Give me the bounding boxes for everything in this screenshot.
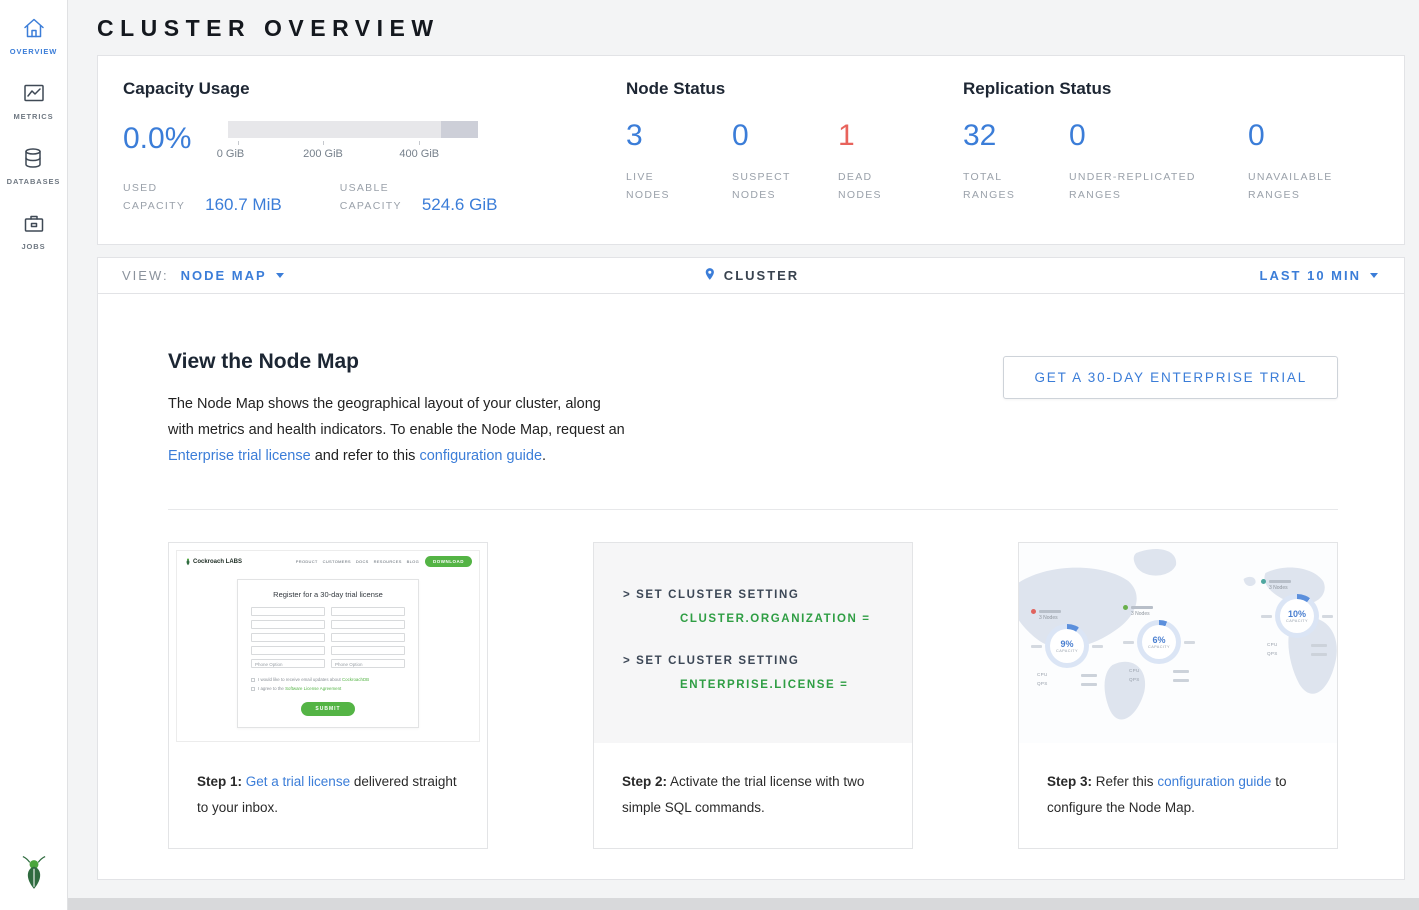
sidebar-item-label: JOBS <box>21 242 45 251</box>
node-map-panel: View the Node Map The Node Map shows the… <box>97 294 1405 880</box>
node-map-preview: 3 Nodes 9%CAPACITY CPU QPS <box>1019 543 1337 743</box>
sidebar-item-label: METRICS <box>13 112 53 121</box>
region-dot <box>1123 605 1128 610</box>
node-map-title: View the Node Map <box>168 350 628 374</box>
main-content: CLUSTER OVERVIEW Capacity Usage 0.0% 0 G… <box>68 0 1419 910</box>
capacity-bar <box>228 121 478 138</box>
mini-download-button: DOWNLOAD <box>425 556 472 567</box>
under-replicated-ranges-stat: 0 UNDER-REPLICATEDRANGES <box>1069 121 1232 205</box>
get-trial-license-link[interactable]: Get a trial license <box>246 774 350 789</box>
sidebar-item-databases[interactable]: DATABASES <box>7 146 61 186</box>
step-1-caption: Step 1: Get a trial license delivered st… <box>169 743 487 822</box>
dead-nodes-stat: 1 DEADNODES <box>838 121 928 205</box>
capacity-bar-chart: 0 GiB 200 GiB 400 GiB <box>228 121 478 165</box>
mini-registration-form: Register for a 30-day trial license Phon… <box>237 579 419 728</box>
node-status-title: Node Status <box>626 79 963 99</box>
replication-status-title: Replication Status <box>963 79 1394 99</box>
jobs-icon <box>22 211 46 235</box>
step-2-card: > SET CLUSTER SETTING CLUSTER.ORGANIZATI… <box>593 542 913 849</box>
unavailable-ranges-stat: 0 UNAVAILABLERANGES <box>1248 121 1378 205</box>
mini-nav: PRODUCT CUSTOMERS DOCS RESOURCES BLOG <box>296 559 419 564</box>
view-bar: VIEW: NODE MAP CLUSTER LAST 10 MIN <box>97 257 1405 294</box>
enterprise-trial-license-link[interactable]: Enterprise trial license <box>168 448 311 464</box>
node-map-description: The Node Map shows the geographical layo… <box>168 391 628 469</box>
capacity-bar-segment <box>441 121 479 138</box>
map-region-2: 3 Nodes 6%CAPACITY CPU QPS <box>1123 605 1195 684</box>
sql-code-snippet: > SET CLUSTER SETTING CLUSTER.ORGANIZATI… <box>594 543 912 743</box>
axis-tick: 0 GiB <box>217 148 245 160</box>
step-1-card: Cockroach LABS PRODUCT CUSTOMERS DOCS RE… <box>168 542 488 849</box>
configuration-guide-link[interactable]: configuration guide <box>419 448 542 464</box>
region-dot <box>1031 609 1036 614</box>
mini-submit-button: SUBMIT <box>301 702 354 716</box>
capacity-usage-section: Capacity Usage 0.0% 0 GiB 200 GiB 400 Gi… <box>123 79 626 216</box>
chevron-down-icon <box>1370 273 1378 278</box>
replication-status-section: Replication Status 32 TOTALRANGES 0 UNDE… <box>963 79 1394 216</box>
node-status-section: Node Status 3 LIVENODES 0 SUSPECTNODES 1… <box>626 79 963 216</box>
view-label: VIEW: <box>122 268 169 283</box>
enterprise-trial-button[interactable]: GET A 30-DAY ENTERPRISE TRIAL <box>1003 356 1338 399</box>
map-region-1: 3 Nodes 9%CAPACITY CPU QPS <box>1031 609 1103 688</box>
databases-icon <box>21 146 45 170</box>
capacity-axis: 0 GiB 200 GiB 400 GiB <box>228 141 478 165</box>
suspect-nodes-stat: 0 SUSPECTNODES <box>732 121 822 205</box>
chevron-down-icon <box>276 273 284 278</box>
live-nodes-stat: 3 LIVENODES <box>626 121 716 205</box>
usable-capacity-value: 524.6 GiB <box>422 195 498 216</box>
location-pin-icon <box>703 266 717 285</box>
total-ranges-stat: 32 TOTALRANGES <box>963 121 1053 205</box>
axis-tick: 200 GiB <box>303 148 343 160</box>
region-dot <box>1261 579 1266 584</box>
axis-tick: 400 GiB <box>399 148 439 160</box>
configuration-guide-link[interactable]: configuration guide <box>1157 774 1271 789</box>
used-capacity-value: 160.7 MiB <box>205 195 282 216</box>
usable-capacity-label: USABLECAPACITY <box>340 179 402 216</box>
app-root: OVERVIEW METRICS DATABASES <box>0 0 1419 910</box>
capacity-donut: 9%CAPACITY <box>1045 624 1089 668</box>
capacity-donut: 10%CAPACITY <box>1275 594 1319 638</box>
breadcrumb-cluster: CLUSTER <box>724 268 799 283</box>
time-range-selector[interactable]: LAST 10 MIN <box>1260 268 1378 283</box>
home-icon <box>22 16 46 40</box>
step-3-caption: Step 3: Refer this configuration guide t… <box>1019 743 1337 822</box>
registration-screenshot: Cockroach LABS PRODUCT CUSTOMERS DOCS RE… <box>169 543 487 743</box>
used-capacity-label: USEDCAPACITY <box>123 179 185 216</box>
cockroachdb-logo <box>21 855 47 896</box>
view-selector[interactable]: NODE MAP <box>181 268 284 283</box>
divider <box>168 509 1338 510</box>
sidebar-item-jobs[interactable]: JOBS <box>21 211 45 251</box>
step-3-card: 3 Nodes 9%CAPACITY CPU QPS <box>1018 542 1338 849</box>
capacity-donut: 6%CAPACITY <box>1137 620 1181 664</box>
capacity-percent: 0.0% <box>123 124 228 154</box>
cockroach-labs-brand: Cockroach LABS <box>185 557 242 566</box>
sidebar-item-label: DATABASES <box>7 177 61 186</box>
map-region-3: 3 Nodes 10%CAPACITY CPU QPS <box>1261 579 1333 658</box>
sidebar-item-overview[interactable]: OVERVIEW <box>10 16 58 56</box>
sidebar-item-label: OVERVIEW <box>10 47 58 56</box>
capacity-usage-title: Capacity Usage <box>123 79 626 99</box>
step-2-caption: Step 2: Activate the trial license with … <box>594 743 912 822</box>
page-title: CLUSTER OVERVIEW <box>68 0 1419 55</box>
metrics-icon <box>22 81 46 105</box>
sidebar: OVERVIEW METRICS DATABASES <box>0 0 68 910</box>
cockroach-logo-small <box>185 557 191 566</box>
sidebar-item-metrics[interactable]: METRICS <box>13 81 53 121</box>
cluster-summary-panel: Capacity Usage 0.0% 0 GiB 200 GiB 400 Gi… <box>97 55 1405 245</box>
